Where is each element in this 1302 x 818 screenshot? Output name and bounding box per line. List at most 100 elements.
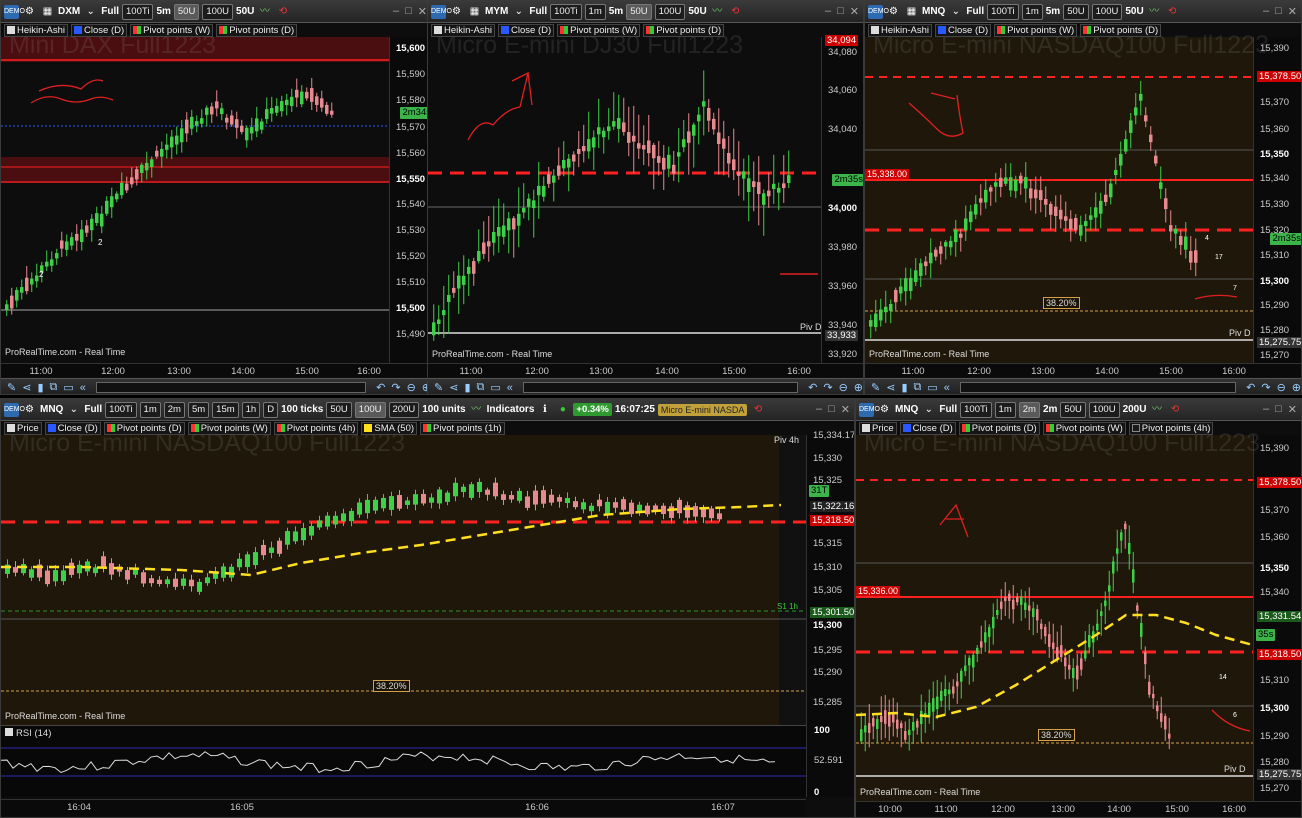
tf-1m[interactable]: 1m [994, 401, 1016, 418]
indicator-icon[interactable]: 〰 [710, 5, 725, 19]
share-icon[interactable]: ⋖ [886, 381, 895, 394]
demo-icon[interactable]: DEMO [868, 4, 889, 19]
maximize-icon[interactable]: □ [837, 5, 844, 18]
units-dropdown[interactable]: 200U [1123, 404, 1147, 415]
maximize-icon[interactable]: □ [1275, 403, 1282, 416]
minimize-icon[interactable]: – [1263, 5, 1269, 18]
legend-item[interactable]: Price [859, 421, 897, 435]
legend-item[interactable]: Close (D) [935, 23, 992, 37]
grid-icon[interactable]: ▦ [40, 5, 55, 19]
panel-icon[interactable]: ▮ [464, 381, 470, 394]
zoom-out-icon[interactable]: ⊖ [839, 381, 848, 394]
legend-item[interactable]: Price [4, 421, 42, 435]
price-plot[interactable]: 2 2 ProRealTime.com - Real Time [1, 37, 389, 363]
sync-icon[interactable]: ⟲ [1165, 5, 1180, 19]
sync-icon[interactable]: ⟲ [275, 5, 290, 19]
price-axis[interactable]: 15,390 15,378.50 15,370 15,360 15,350 15,340 1… [1253, 435, 1301, 801]
legend-item[interactable]: Pivot points (D) [643, 23, 725, 37]
time-axis[interactable]: 10:00 11:00 12:00 13:00 14:00 15:00 16:00 [856, 801, 1301, 817]
undo-icon[interactable]: ↶ [1246, 381, 1255, 394]
draw-icon[interactable]: ✎ [434, 381, 443, 394]
scrollbar[interactable] [95, 382, 367, 393]
share-icon[interactable]: ⋖ [449, 381, 458, 394]
legend-item[interactable]: Pivot points (W) [130, 23, 214, 37]
tf-1m[interactable]: 1m [139, 401, 161, 418]
tf-d[interactable]: D [263, 401, 279, 418]
chevron-down-icon[interactable]: ⌄ [511, 5, 526, 19]
symbol-dropdown[interactable]: MNQ [895, 404, 918, 415]
legend-item[interactable]: Close (D) [71, 23, 128, 37]
units-200u[interactable]: 200U [388, 401, 420, 418]
sync-icon[interactable]: ⟲ [728, 5, 743, 19]
mode-dropdown[interactable]: Full [966, 6, 984, 17]
units-100u[interactable]: 100U [354, 401, 386, 418]
mode-dropdown[interactable]: Full [529, 6, 547, 17]
tf-1m[interactable]: 1m [1021, 3, 1043, 20]
tf-2m[interactable]: 2m [1018, 401, 1040, 418]
copy-icon[interactable]: ⧉ [477, 381, 485, 394]
ticks-dropdown[interactable]: 100 ticks [281, 404, 323, 415]
price-axis[interactable]: 15,334.17 15,330 15,325 15,322.16 15,318.50 1… [806, 430, 854, 725]
units-100u[interactable]: 100U [654, 3, 686, 20]
chevron-down-icon[interactable]: ⌄ [83, 5, 98, 19]
mode-dropdown[interactable]: Full [939, 404, 957, 415]
undo-icon[interactable]: ↶ [376, 381, 385, 394]
settings-icon[interactable]: ⚙ [22, 403, 37, 417]
units-dropdown[interactable]: 100 units [422, 404, 465, 415]
maximize-icon[interactable]: □ [405, 5, 412, 18]
tf-100ti[interactable]: 100Ti [105, 401, 137, 418]
legend-item[interactable]: Pivot points (4h) [273, 421, 359, 435]
price-axis[interactable]: 15,390 15,378.50 15,370 15,360 15,350 15,340 1… [1253, 37, 1301, 363]
maximize-icon[interactable]: □ [1275, 5, 1282, 18]
units-100u[interactable]: 100U [1088, 401, 1120, 418]
window-icon[interactable]: ▭ [927, 381, 937, 394]
scrollbar[interactable] [959, 382, 1237, 393]
units-100u[interactable]: 100U [1091, 3, 1123, 20]
zoom-in-icon[interactable]: ⊕ [854, 381, 863, 394]
redo-icon[interactable]: ↷ [391, 381, 400, 394]
time-axis[interactable]: 11:00 12:00 13:00 14:00 15:00 16:00 [428, 363, 863, 377]
demo-icon[interactable]: DEMO [431, 4, 452, 19]
legend-item[interactable]: Heikin-Ashi [868, 23, 933, 37]
units-dropdown[interactable]: 50U [1125, 6, 1143, 17]
minimize-icon[interactable]: – [825, 5, 831, 18]
minimize-icon[interactable]: – [1263, 403, 1269, 416]
tf-1m[interactable]: 1m [584, 3, 606, 20]
sync-icon[interactable]: ⟲ [750, 403, 765, 417]
legend-item[interactable]: Close (D) [498, 23, 555, 37]
symbol-dropdown[interactable]: MNQ [922, 6, 945, 17]
scroll-left-icon[interactable]: « [507, 382, 513, 394]
legend-item[interactable]: Pivot points (D) [216, 23, 298, 37]
demo-icon[interactable]: DEMO [4, 402, 25, 417]
tf-dropdown[interactable]: 2m [1043, 404, 1057, 415]
mode-dropdown[interactable]: Full [84, 404, 102, 415]
draw-icon[interactable]: ✎ [7, 381, 16, 394]
indicator-icon[interactable]: 〰 [1149, 403, 1164, 417]
panel-icon[interactable]: ▮ [901, 381, 907, 394]
scroll-left-icon[interactable]: « [944, 382, 950, 394]
tf-100ti[interactable]: 100Ti [122, 3, 154, 20]
close-icon[interactable]: ✕ [841, 403, 850, 416]
symbol-dropdown[interactable]: DXM [58, 6, 80, 17]
rsi-panel[interactable]: RSI (14) [1, 725, 806, 797]
legend-item[interactable]: Pivot points (4h) [1128, 421, 1214, 435]
close-icon[interactable]: ✕ [418, 5, 427, 18]
grid-icon[interactable]: ▦ [467, 5, 482, 19]
time-axis[interactable]: 11:00 12:00 13:00 14:00 15:00 16:00 [865, 363, 1301, 377]
legend-item[interactable]: Pivot points (D) [1080, 23, 1162, 37]
tf-dropdown[interactable]: 5m [1046, 6, 1060, 17]
legend-item[interactable]: Pivot points (W) [1042, 421, 1126, 435]
settings-icon[interactable]: ⚙ [22, 5, 37, 19]
legend-item[interactable]: Pivot points (W) [557, 23, 641, 37]
draw-icon[interactable]: ✎ [871, 381, 880, 394]
window-icon[interactable]: ▭ [63, 381, 73, 394]
indicator-icon[interactable]: 〰 [1147, 5, 1162, 19]
mode-dropdown[interactable]: Full [101, 6, 119, 17]
legend-item[interactable]: Close (D) [44, 421, 101, 435]
tf-dropdown[interactable]: 5m [156, 6, 170, 17]
settings-icon[interactable]: ⚙ [877, 403, 892, 417]
tf-5m[interactable]: 5m [187, 401, 210, 418]
legend-item[interactable]: Close (D) [899, 421, 956, 435]
grid-icon[interactable]: ▦ [904, 5, 919, 19]
price-axis[interactable]: 15,600 15,590 15,580 15,570 15,560 15,550 15,5… [389, 37, 431, 363]
